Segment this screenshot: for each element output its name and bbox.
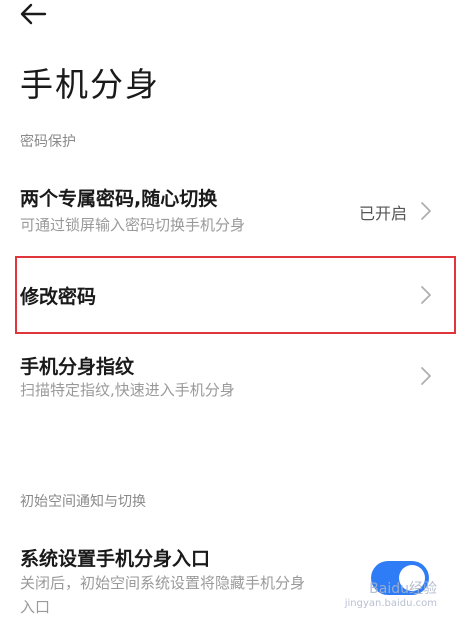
row-title: 手机分身指纹 (20, 356, 135, 378)
row-subtitle: 关闭后，初始空间系统设置将隐藏手机分身 (20, 574, 306, 592)
arrow-left-icon (20, 3, 47, 25)
highlight-box (15, 256, 456, 334)
fingerprint-row[interactable]: 手机分身指纹 扫描特定指纹,快速进入手机分身 (0, 344, 463, 406)
section-header-space: 初始空间通知与切换 (20, 494, 146, 510)
watermark-logo: Baidu经验 (369, 581, 437, 597)
back-button[interactable] (18, 0, 58, 30)
row-subtitle: 扫描特定指纹,快速进入手机分身 (20, 381, 235, 399)
row-subtitle: 可通过锁屏输入密码切换手机分身 (20, 216, 246, 234)
section-header-password: 密码保护 (20, 134, 76, 150)
dual-password-row[interactable]: 两个专属密码,随心切换 可通过锁屏输入密码切换手机分身 已开启 (0, 178, 463, 240)
status-label: 已开启 (358, 204, 407, 223)
row-title: 两个专属密码,随心切换 (20, 188, 218, 210)
row-subtitle-2: 入口 (20, 598, 51, 616)
watermark-url: jingyan.baidu.com (344, 598, 437, 609)
page-title: 手机分身 (20, 65, 160, 104)
chevron-right-icon (421, 202, 431, 220)
row-title: 系统设置手机分身入口 (20, 548, 211, 570)
chevron-right-icon (421, 367, 431, 385)
